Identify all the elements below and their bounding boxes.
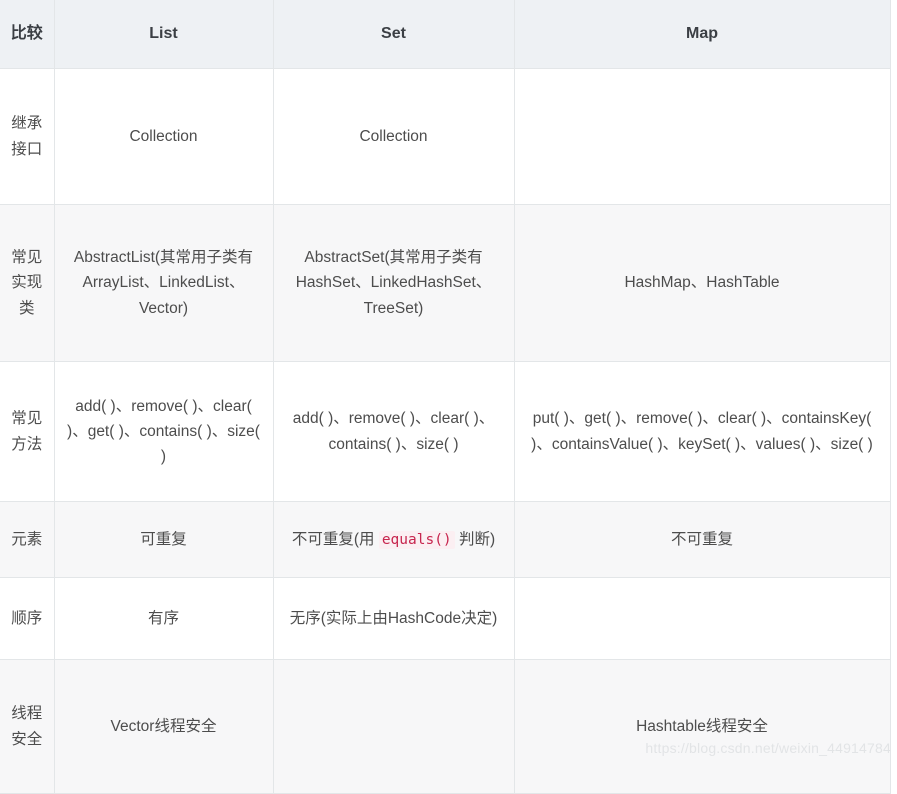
- equals-code-snippet: equals(): [378, 530, 455, 549]
- row-header-common-methods: 常见方法: [0, 361, 55, 502]
- cell-map-common-methods: put( )、get( )、remove( )、clear( )、contain…: [514, 361, 891, 502]
- cell-map-elements: 不可重复: [514, 501, 891, 578]
- table-row: 顺序 有序 无序(实际上由HashCode决定): [0, 577, 891, 660]
- cell-set-ordering: 无序(实际上由HashCode决定): [273, 577, 515, 660]
- table-row: 常见方法 add( )、remove( )、clear( )、get( )、co…: [0, 361, 891, 502]
- collections-comparison-table: 比较 List Set Map 继承接口 Collection Collecti…: [0, 0, 891, 794]
- cell-list-ordering: 有序: [54, 577, 274, 660]
- table-row: 继承接口 Collection Collection: [0, 68, 891, 205]
- cell-list-common-implementations: AbstractList(其常用子类有ArrayList、LinkedList、…: [54, 204, 274, 362]
- cell-map-common-implementations: HashMap、HashTable: [514, 204, 891, 362]
- table-header: 比较 List Set Map: [0, 0, 891, 69]
- table-body: 继承接口 Collection Collection 常见实现类 Abstrac…: [0, 68, 891, 794]
- column-header-set: Set: [273, 0, 515, 69]
- row-header-elements: 元素: [0, 501, 55, 578]
- cell-map-ordering: [514, 577, 891, 660]
- cell-set-common-implementations: AbstractSet(其常用子类有HashSet、LinkedHashSet、…: [273, 204, 515, 362]
- row-header-thread-safety: 线程安全: [0, 659, 55, 794]
- cell-set-elements: 不可重复(用 equals() 判断): [273, 501, 515, 578]
- cell-set-elements-prefix: 不可重复(用: [291, 530, 379, 548]
- cell-set-common-methods: add( )、remove( )、clear( )、contains( )、si…: [273, 361, 515, 502]
- row-header-inherited-interface: 继承接口: [0, 68, 55, 205]
- row-header-common-implementations: 常见实现类: [0, 204, 55, 362]
- table-row: 常见实现类 AbstractList(其常用子类有ArrayList、Linke…: [0, 204, 891, 362]
- cell-map-thread-safety: Hashtable线程安全: [514, 659, 891, 794]
- column-header-list: List: [54, 0, 274, 69]
- table-row: 元素 可重复 不可重复(用 equals() 判断) 不可重复: [0, 501, 891, 578]
- comparison-table-container: 比较 List Set Map 继承接口 Collection Collecti…: [0, 0, 897, 794]
- cell-list-inherited-interface: Collection: [54, 68, 274, 205]
- row-header-ordering: 顺序: [0, 577, 55, 660]
- cell-list-elements: 可重复: [54, 501, 274, 578]
- cell-list-thread-safety: Vector线程安全: [54, 659, 274, 794]
- table-row: 线程安全 Vector线程安全 Hashtable线程安全: [0, 659, 891, 794]
- column-header-map: Map: [514, 0, 891, 69]
- column-header-compare: 比较: [0, 0, 55, 69]
- cell-set-inherited-interface: Collection: [273, 68, 515, 205]
- table-header-row: 比较 List Set Map: [0, 0, 891, 69]
- cell-set-elements-suffix: 判断): [454, 530, 496, 548]
- cell-list-common-methods: add( )、remove( )、clear( )、get( )、contain…: [54, 361, 274, 502]
- cell-set-thread-safety: [273, 659, 515, 794]
- cell-map-inherited-interface: [514, 68, 891, 205]
